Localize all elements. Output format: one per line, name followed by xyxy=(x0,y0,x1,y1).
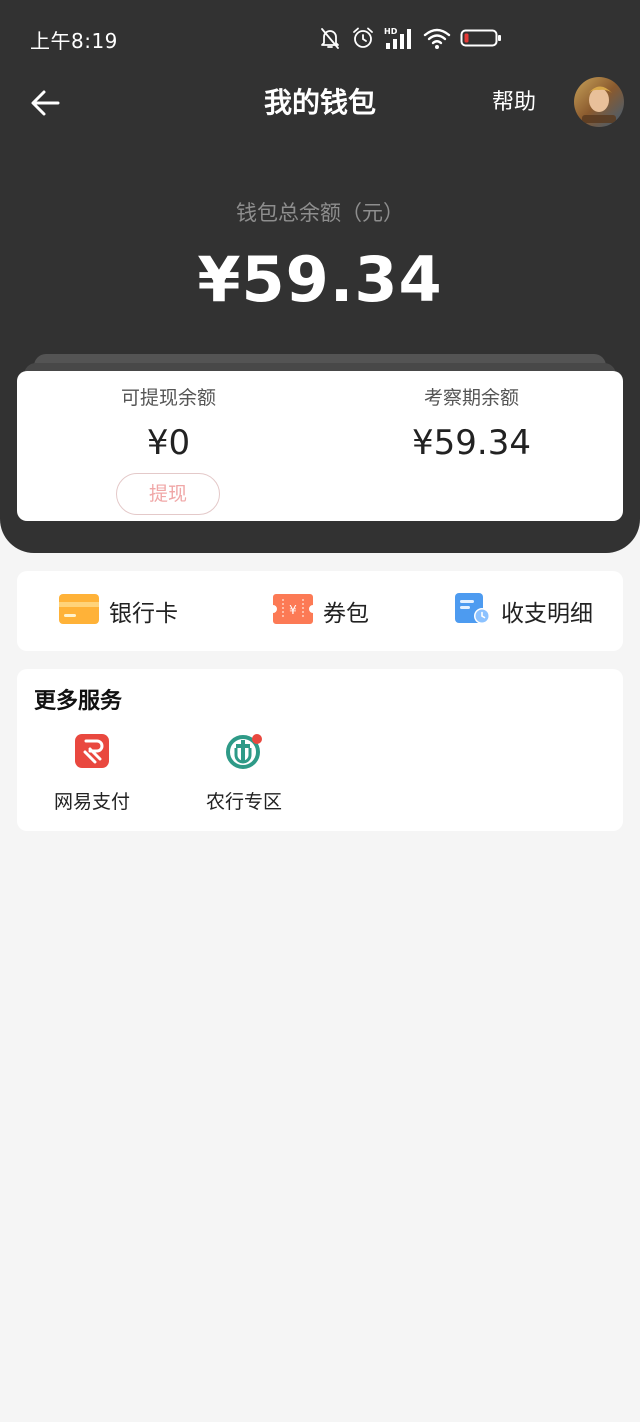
status-icons: HD xyxy=(318,24,502,52)
status-time: 上午8:19 xyxy=(30,29,118,53)
withdrawable-balance-amount: ¥0 xyxy=(146,423,191,463)
transaction-details-label: 收支明细 xyxy=(501,601,593,627)
quick-actions-bar: 银行卡 ¥ 券包 收支明细 xyxy=(17,571,623,651)
coupon-button[interactable]: ¥ 券包 xyxy=(273,571,369,651)
mute-bell-icon xyxy=(318,26,342,50)
alarm-icon xyxy=(351,26,375,50)
battery-low-icon xyxy=(460,26,502,50)
more-services-title: 更多服务 xyxy=(34,689,123,714)
total-balance-amount: ¥59.34 xyxy=(197,243,443,316)
coupon-label: 券包 xyxy=(323,601,369,627)
probation-balance-label: 考察期余额 xyxy=(423,387,519,409)
withdrawable-balance-label: 可提现余额 xyxy=(120,387,216,409)
bank-card-icon xyxy=(59,594,99,628)
hd-label: HD xyxy=(384,27,398,36)
withdrawable-balance-section: 可提现余额 ¥0 提现 xyxy=(17,371,320,521)
netease-pay-label: 网易支付 xyxy=(53,791,130,813)
wifi-icon xyxy=(423,26,451,50)
netease-pay-icon xyxy=(72,731,112,771)
total-balance-label: 钱包总余额（元） xyxy=(236,201,404,225)
svg-text:¥: ¥ xyxy=(289,603,297,617)
transaction-details-button[interactable]: 收支明细 xyxy=(455,571,593,651)
help-link[interactable]: 帮助 xyxy=(492,86,536,120)
abc-bank-icon xyxy=(224,731,264,771)
transaction-details-icon xyxy=(455,593,491,629)
netease-pay-service[interactable]: 网易支付 xyxy=(32,731,152,815)
balance-card: 可提现余额 ¥0 提现 考察期余额 ¥59.34 xyxy=(17,371,623,521)
back-arrow-icon xyxy=(26,90,66,126)
bank-card-button[interactable]: 银行卡 xyxy=(59,571,178,651)
status-bar: 上午8:19 HD xyxy=(0,0,640,76)
withdraw-button[interactable]: 提现 xyxy=(116,473,220,515)
more-services-panel: 更多服务 网易支付 农行专区 xyxy=(17,669,623,831)
probation-balance-section: 考察期余额 ¥59.34 xyxy=(320,371,623,521)
probation-balance-amount: ¥59.34 xyxy=(412,423,531,463)
coupon-icon: ¥ xyxy=(273,594,313,628)
avatar[interactable] xyxy=(574,77,624,127)
abc-bank-service[interactable]: 农行专区 xyxy=(184,731,304,815)
abc-bank-label: 农行专区 xyxy=(205,791,282,813)
bank-card-label: 银行卡 xyxy=(109,601,178,627)
signal-icon: HD xyxy=(384,26,414,50)
back-button[interactable] xyxy=(26,84,66,122)
